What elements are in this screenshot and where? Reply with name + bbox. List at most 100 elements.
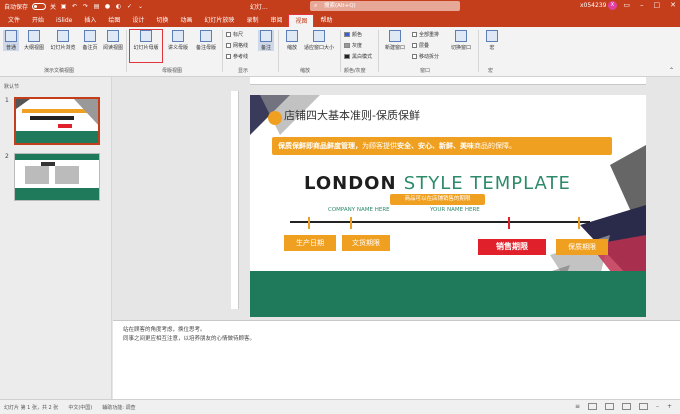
grayscale-swatch-icon [344,43,350,48]
guides-checkbox[interactable]: 参考线 [226,53,248,60]
tab-design[interactable]: 设计 [126,14,150,27]
ruler-check-icon [226,32,231,37]
slide-canvas[interactable]: 店铺四大基本准则-保质保鲜 保质保鲜即商品鲜度管理，为顾客提供安全、安心、新鲜、… [250,95,646,317]
title-bullet [268,111,282,125]
black-white-label: 黑白模式 [352,54,373,60]
slide-sorter-button[interactable]: 幻灯片浏览 [48,30,78,51]
tab-draw[interactable]: 绘图 [102,14,126,27]
gridlines-checkbox[interactable]: 网格线 [226,42,248,49]
ribbon-display-icon[interactable]: ▭ [623,1,630,9]
company-name-left[interactable]: COMPANY NAME HERE [328,207,390,213]
macros-button[interactable]: 宏 [484,30,500,51]
tab-record[interactable]: 录制 [240,14,264,27]
switch-windows-label: 切换窗口 [450,45,471,51]
close-icon[interactable]: ✕ [670,1,676,9]
guides-label: 参考线 [233,54,249,60]
cascade-button[interactable]: 层叠 [412,42,429,49]
tab-slideshow[interactable]: 幻灯片放映 [198,14,240,27]
switch-windows-button[interactable]: 切换窗口 [448,30,474,51]
start-from-beginning-icon[interactable]: ▤ [93,3,100,10]
horizontal-ruler[interactable] [250,77,646,85]
vertical-ruler[interactable] [231,91,239,309]
reading-view-status-icon[interactable] [621,403,631,410]
minimize-icon[interactable]: – [640,1,644,9]
tab-transitions[interactable]: 切换 [150,14,174,27]
notes-page-label: 备注页 [82,45,98,51]
slideshow-status-icon[interactable] [638,403,648,410]
notes-button[interactable]: 备注 [258,30,274,51]
sorter-view-status-icon[interactable] [604,403,614,410]
normal-view-button[interactable]: 普通 [3,30,19,51]
slide-1-preview [16,99,98,143]
orange-banner[interactable]: 保质保鲜即商品鲜度管理，为顾客提供安全、安心、新鲜、美味商品的保障。 [272,137,612,155]
green-footer-band [250,271,646,317]
label-sales-period[interactable]: 销售期限 [478,239,546,255]
fit-to-window-button[interactable]: 适应窗口大小 [302,30,336,51]
slide-thumbnail-2[interactable] [14,153,100,201]
record-icon[interactable]: ● [104,3,111,10]
group-separator [378,30,379,72]
section-label[interactable]: 默认节 [4,83,19,90]
template-heading[interactable]: LONDON STYLE TEMPLATE [304,173,571,194]
handout-master-button[interactable]: 讲义母版 [165,30,191,51]
search-input[interactable]: ⌕ 搜索(Alt+Q) [310,1,460,11]
collapse-ribbon-icon[interactable]: ⌃ [669,67,674,74]
color-swatch-icon [344,32,350,37]
notes-page-button[interactable]: 备注页 [80,30,100,51]
heading-black: LONDON [304,173,397,194]
handout-master-label: 讲义母版 [167,45,188,51]
zoom-in-icon[interactable]: + [667,403,672,410]
zoom-out-icon[interactable]: – [656,403,659,410]
tab-review[interactable]: 审阅 [264,14,288,27]
maximize-icon[interactable]: □ [654,1,661,9]
autosave-state: 关 [50,3,57,11]
title-bar: 自动保存 关 ▣ ↶ ↷ ▤ ● ◐ ✓ ⌄ 幻灯... ⌕ 搜索(Alt+Q)… [0,0,680,12]
label-shelf-date[interactable]: 文货期限 [342,235,390,251]
arrange-all-button[interactable]: 全部重排 [412,31,439,38]
new-window-button[interactable]: 新建窗口 [382,30,408,51]
redo-icon[interactable]: ↷ [82,3,89,10]
slide-master-icon [140,30,152,42]
notes-toggle-icon[interactable]: ≡ [575,403,580,410]
avatar[interactable]: X [608,1,617,10]
normal-view-status-icon[interactable] [587,403,597,410]
move-split-button[interactable]: 移动拆分 [412,53,439,60]
tip-box[interactable]: 商品可以在店铺销售的期限 [390,194,485,205]
accessibility-status[interactable]: 辅助功能: 调查 [102,404,135,411]
tab-home[interactable]: 开始 [26,14,50,27]
language-indicator[interactable]: 中文(中国) [68,404,92,411]
move-split-label: 移动拆分 [419,54,440,60]
grayscale-button[interactable]: 灰度 [344,42,362,49]
undo-icon[interactable]: ↶ [71,3,78,10]
tab-insert[interactable]: 插入 [78,14,102,27]
tab-file[interactable]: 文件 [2,14,26,27]
tab-view[interactable]: 视图 [288,14,315,27]
tab-islide[interactable]: iSlide [50,14,78,27]
save-icon[interactable]: ▣ [60,3,67,10]
zoom-button[interactable]: 缩放 [284,30,300,51]
slide-master-button[interactable]: 幻灯片母版 [129,29,163,63]
reading-view-button[interactable]: 阅读视图 [102,30,124,51]
shape-icon[interactable]: ◐ [115,3,122,10]
tab-help[interactable]: 帮助 [314,14,338,27]
autosave-toggle[interactable] [32,2,47,10]
user-name[interactable]: x054239 [580,2,606,9]
slide-title[interactable]: 店铺四大基本准则-保质保鲜 [284,107,420,123]
spell-check-icon[interactable]: ✓ [126,3,133,10]
timeline-tick [350,217,352,229]
label-production-date[interactable]: 生产日期 [284,235,336,251]
more-commands-icon[interactable]: ⌄ [137,3,144,10]
label-quality-period[interactable]: 保质期限 [556,239,608,255]
black-white-button[interactable]: 黑白模式 [344,53,372,60]
notes-pane[interactable]: 站在顾客的角度考虑，换位思考。 同事之间更应相互注意，以培养朋友的心情做待顾客。 [113,320,680,399]
color-button[interactable]: 颜色 [344,31,362,38]
tab-animations[interactable]: 动画 [174,14,198,27]
notes-master-button[interactable]: 备注母版 [193,30,219,51]
timeline-tick [578,217,580,229]
slide-thumbnail-1[interactable] [14,97,100,145]
ruler-checkbox[interactable]: 标尺 [226,31,243,38]
slide-sorter-label: 幻灯片浏览 [50,45,76,51]
company-name-right[interactable]: YOUR NAME HERE [430,207,480,213]
outline-view-button[interactable]: 大纲视图 [22,30,46,51]
timeline-line [290,221,590,223]
